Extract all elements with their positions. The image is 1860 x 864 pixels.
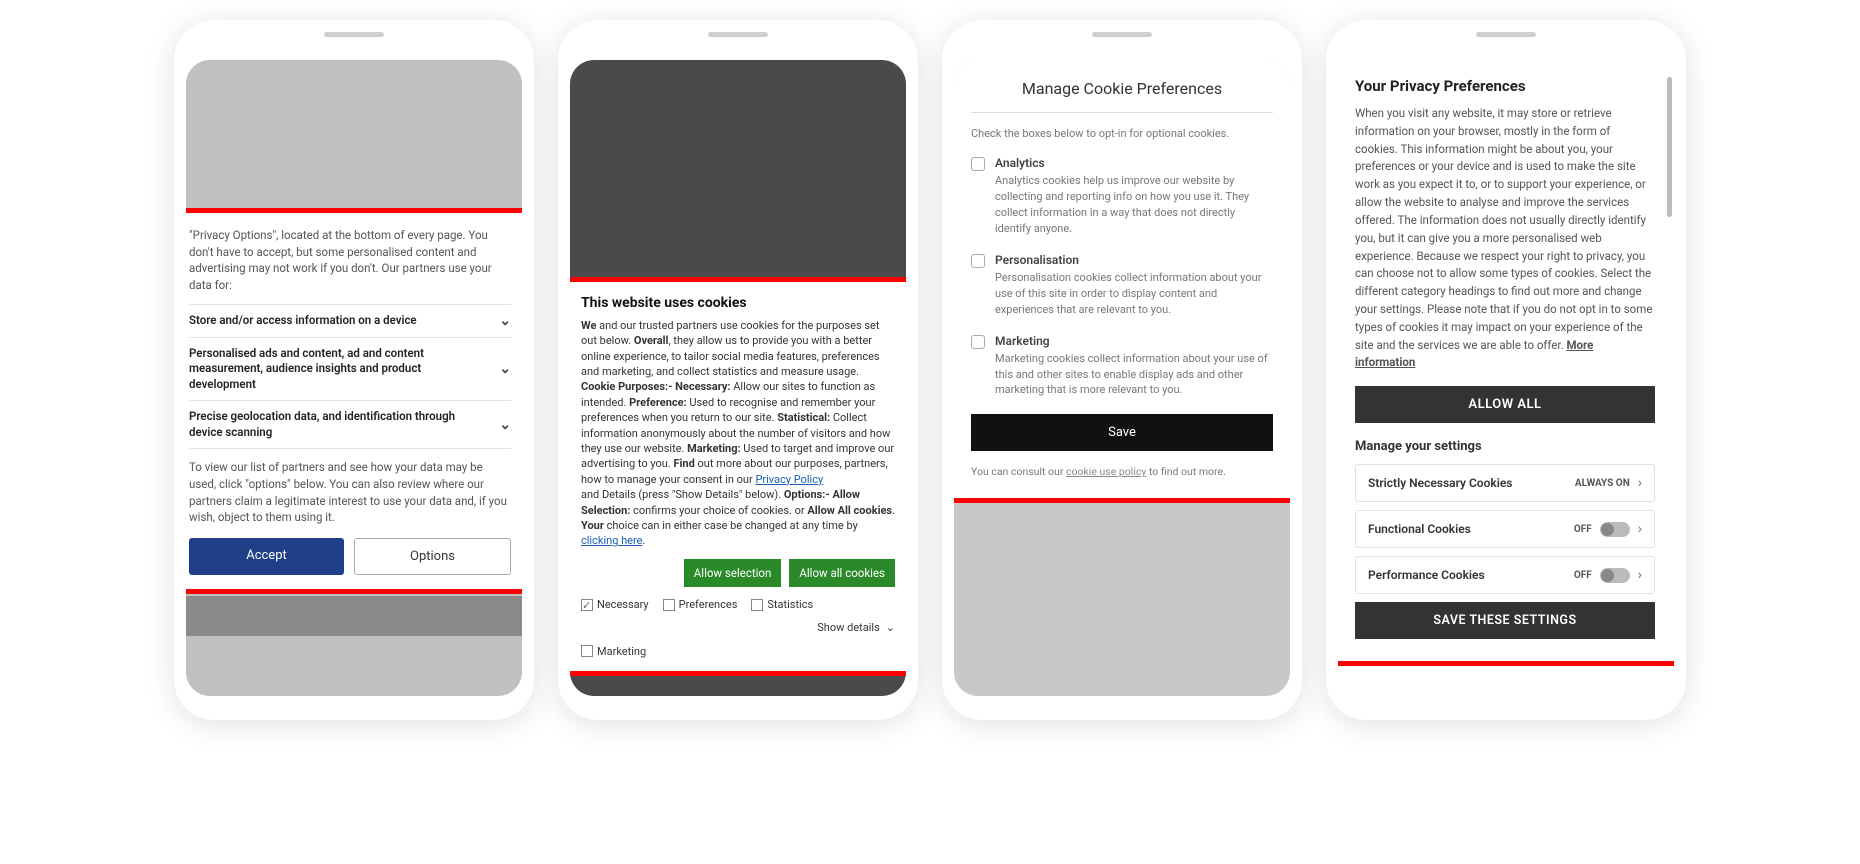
cookie-policy-link[interactable]: cookie use policy: [1066, 465, 1146, 478]
marketing-checkbox[interactable]: [971, 335, 985, 349]
chevron-down-icon: ⌄: [499, 313, 511, 329]
marketing-option: Marketing Marketing cookies collect info…: [971, 334, 1273, 399]
allow-selection-button[interactable]: Allow selection: [684, 559, 782, 587]
panel-body: We and our trusted partners use cookies …: [581, 318, 895, 549]
cookie-consent-panel: This website uses cookies We and our tru…: [570, 277, 906, 676]
phone-mockup-1: "Privacy Options", located at the bottom…: [174, 20, 534, 720]
status-text: OFF: [1574, 570, 1592, 581]
statistics-checkbox[interactable]: Statistics: [751, 597, 813, 612]
functional-cookies-row[interactable]: Functional Cookies OFF ›: [1355, 510, 1655, 548]
panel-title: This website uses cookies: [581, 294, 895, 314]
status-text: OFF: [1574, 524, 1592, 535]
toggle-switch[interactable]: [1600, 568, 1630, 583]
allow-all-button[interactable]: Allow all cookies: [789, 559, 895, 587]
chevron-right-icon: ›: [1638, 567, 1642, 583]
personalisation-option: Personalisation Personalisation cookies …: [971, 253, 1273, 318]
analytics-checkbox[interactable]: [971, 157, 985, 171]
policy-footer: You can consult our cookie use policy to…: [971, 465, 1273, 478]
purpose-row[interactable]: Personalised ads and content, ad and con…: [189, 337, 511, 401]
options-button[interactable]: Options: [354, 538, 511, 575]
chevron-down-icon: ⌄: [499, 361, 511, 377]
chevron-right-icon: ›: [1638, 475, 1642, 491]
privacy-preferences-panel: Your Privacy Preferences When you visit …: [1338, 60, 1674, 666]
scrollbar[interactable]: [1667, 77, 1672, 217]
preferences-checkbox[interactable]: Preferences: [663, 597, 738, 612]
panel-title: Your Privacy Preferences: [1355, 77, 1655, 95]
analytics-option: Analytics Analytics cookies help us impr…: [971, 156, 1273, 237]
phone-mockup-3: Manage Cookie Preferences Check the boxe…: [942, 20, 1302, 720]
phone-mockup-4: Your Privacy Preferences When you visit …: [1326, 20, 1686, 720]
panel-title: Manage Cookie Preferences: [971, 79, 1273, 113]
cookie-preferences-panel: Manage Cookie Preferences Check the boxe…: [954, 60, 1290, 503]
chevron-right-icon: ›: [1638, 521, 1642, 537]
strictly-necessary-row[interactable]: Strictly Necessary Cookies ALWAYS ON ›: [1355, 464, 1655, 502]
performance-cookies-row[interactable]: Performance Cookies OFF ›: [1355, 556, 1655, 594]
necessary-checkbox[interactable]: Necessary: [581, 597, 649, 612]
show-details-toggle[interactable]: Show details⌄: [817, 620, 895, 635]
accept-button[interactable]: Accept: [189, 538, 344, 575]
panel-body: When you visit any website, it may store…: [1355, 105, 1655, 372]
purpose-row[interactable]: Precise geolocation data, and identifica…: [189, 400, 511, 448]
toggle-switch[interactable]: [1600, 522, 1630, 537]
intro-text: "Privacy Options", located at the bottom…: [189, 227, 511, 294]
chevron-down-icon: ⌄: [886, 620, 895, 635]
marketing-checkbox[interactable]: Marketing: [581, 644, 895, 659]
chevron-down-icon: ⌄: [499, 417, 511, 433]
manage-settings-heading: Manage your settings: [1355, 439, 1655, 454]
status-text: ALWAYS ON: [1575, 478, 1630, 489]
purpose-row[interactable]: Store and/or access information on a dev…: [189, 304, 511, 337]
cookie-consent-panel: "Privacy Options", located at the bottom…: [186, 208, 522, 594]
save-button[interactable]: Save: [971, 414, 1273, 451]
phone-mockup-2: This website uses cookies We and our tru…: [558, 20, 918, 720]
allow-all-button[interactable]: ALLOW ALL: [1355, 386, 1655, 423]
panel-subtitle: Check the boxes below to opt-in for opti…: [971, 127, 1273, 140]
personalisation-checkbox[interactable]: [971, 254, 985, 268]
save-settings-button[interactable]: SAVE THESE SETTINGS: [1355, 602, 1655, 639]
footnote-text: To view our list of partners and see how…: [189, 448, 511, 526]
